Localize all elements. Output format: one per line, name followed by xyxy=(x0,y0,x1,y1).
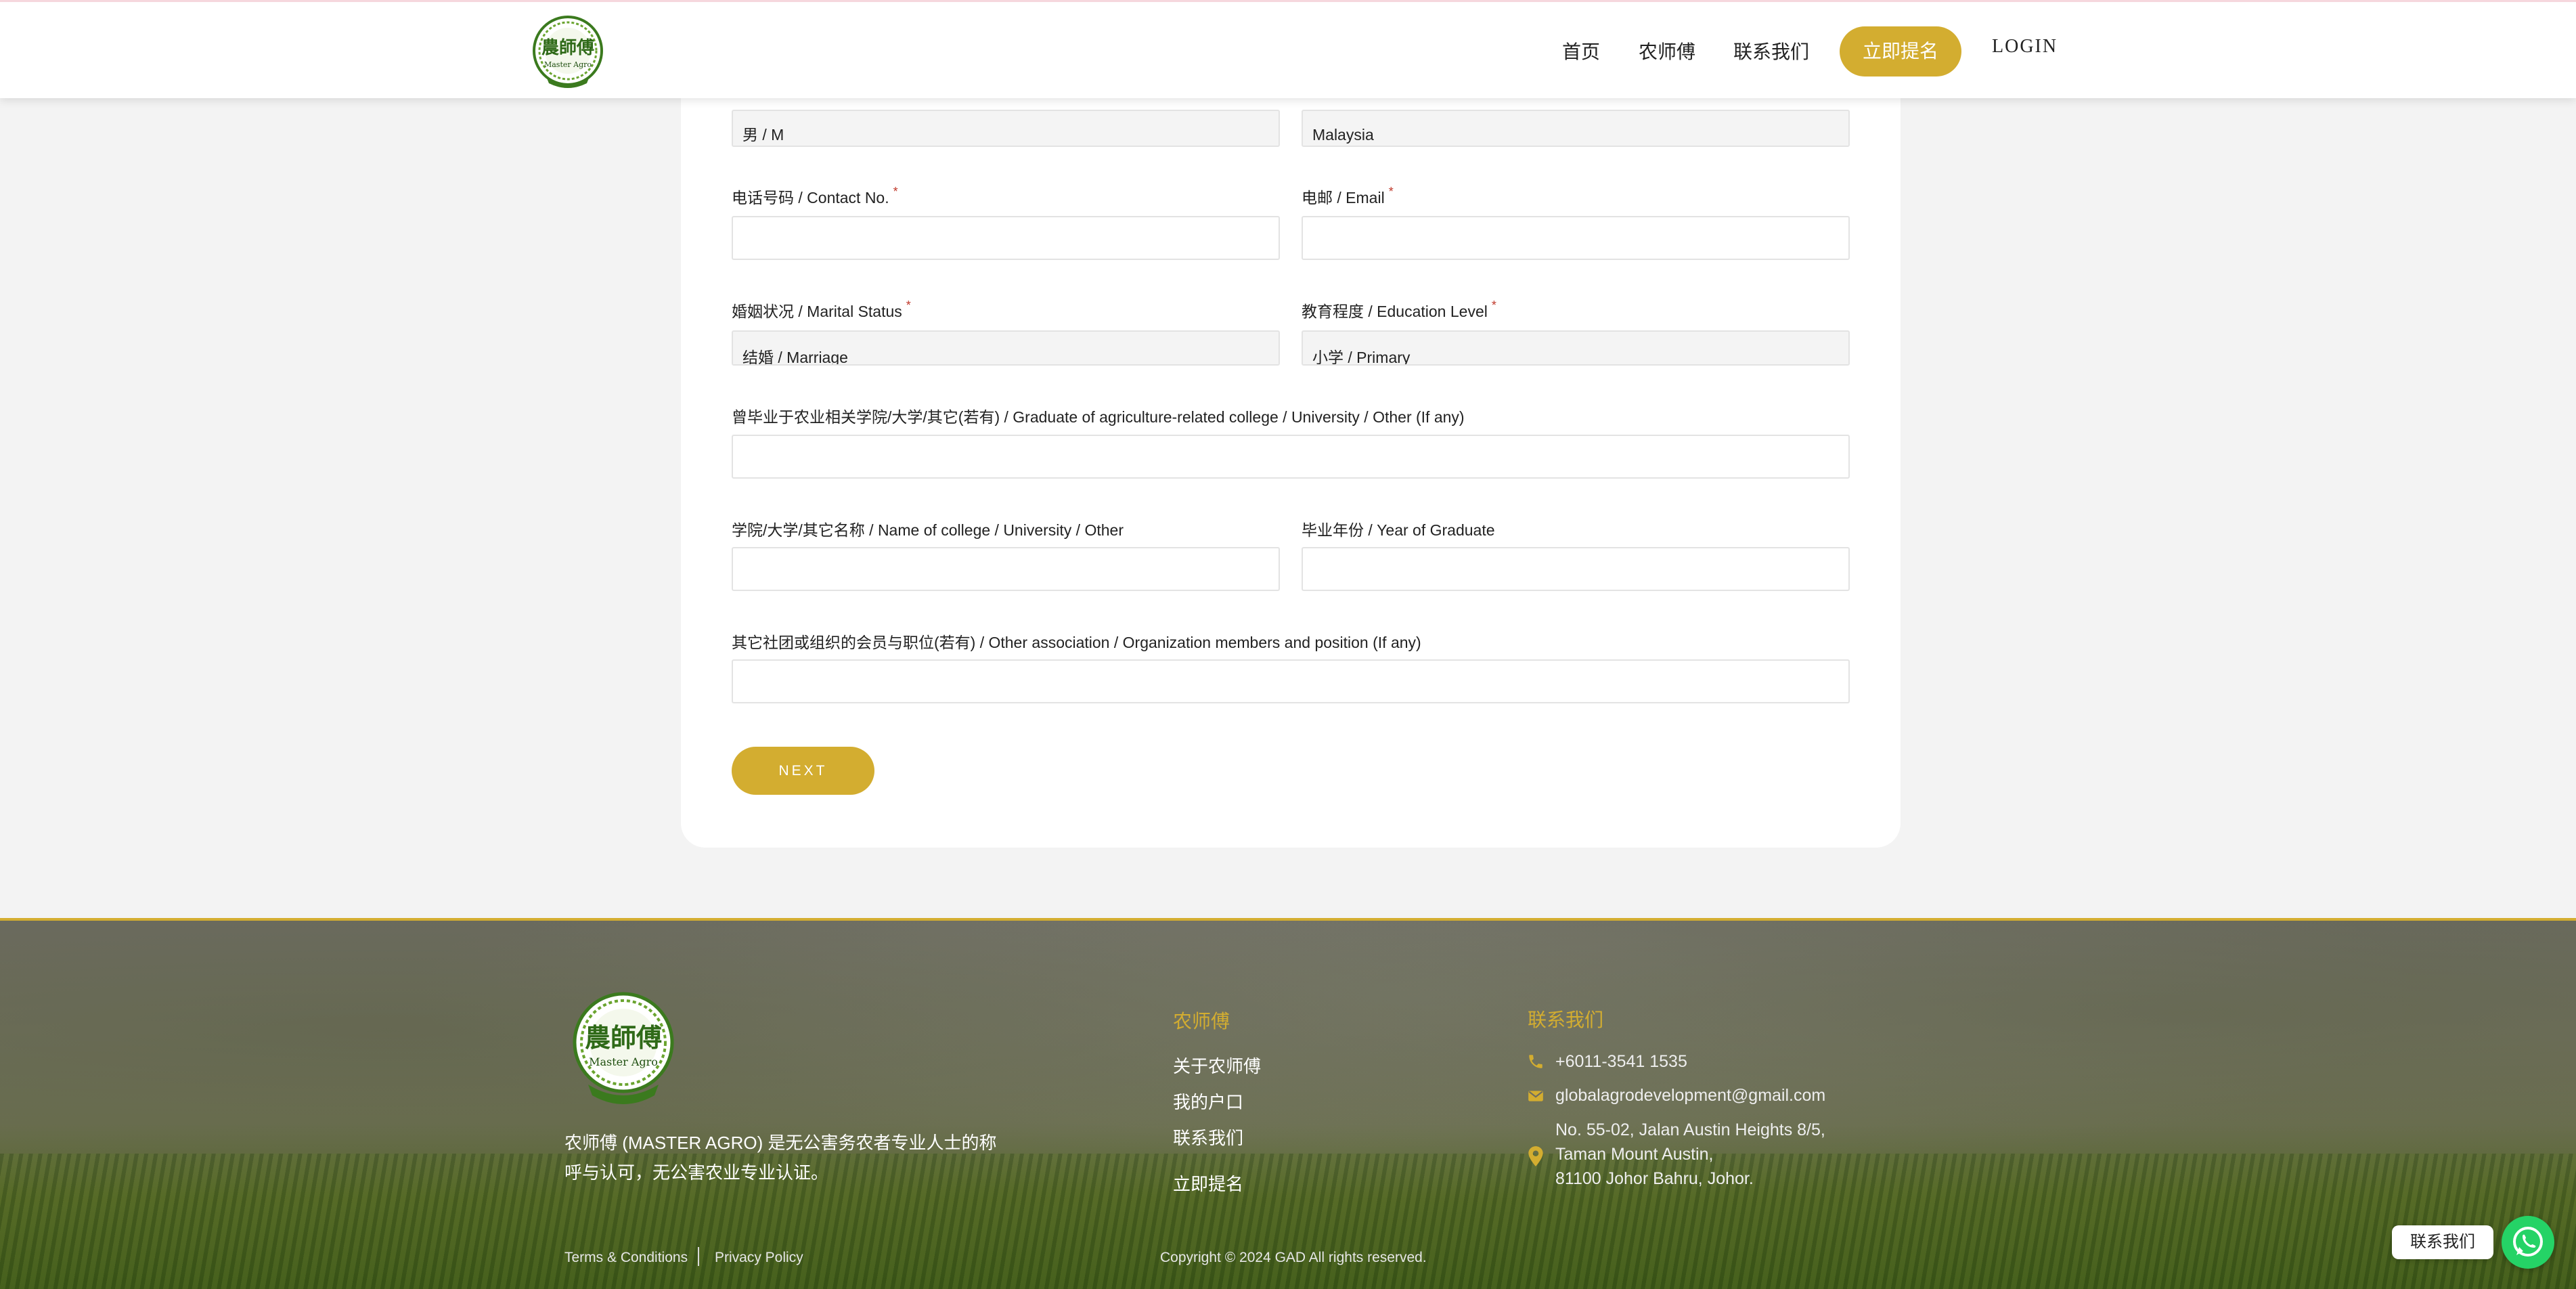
year-input[interactable] xyxy=(1302,547,1850,591)
location-icon xyxy=(1528,1146,1543,1166)
footer-grass xyxy=(0,1154,2576,1289)
contact-label: 电话号码 / Contact No. * xyxy=(732,185,898,206)
email-input[interactable] xyxy=(1302,216,1850,260)
site-header: 農師傅 Master Agro 首页 农师傅 联系我们 立即提名 LOGIN xyxy=(0,0,2576,98)
whatsapp-label[interactable]: 联系我们 xyxy=(2392,1225,2493,1259)
college-label: 学院/大学/其它名称 / Name of college / Universit… xyxy=(732,521,1124,539)
terms-link[interactable]: Terms & Conditions xyxy=(564,1250,688,1266)
email-label: 电邮 / Email * xyxy=(1302,185,1394,206)
nominate-button[interactable]: 立即提名 xyxy=(1840,26,1961,77)
whatsapp-button[interactable] xyxy=(2502,1216,2554,1269)
email-icon xyxy=(1528,1091,1543,1101)
footer-col2-title: 联系我们 xyxy=(1528,1009,1604,1030)
footer-address-line2: Taman Mount Austin, xyxy=(1555,1145,1714,1164)
footer-description: 农师傅 (MASTER AGRO) 是无公害务农者专业人士的称呼与认可，无公害农… xyxy=(564,1133,997,1183)
nav-contact[interactable]: 联系我们 xyxy=(1733,37,1809,64)
association-input[interactable] xyxy=(732,659,1850,703)
site-footer xyxy=(0,918,2576,1289)
svg-text:農師傅: 農師傅 xyxy=(585,1022,662,1053)
nav-home[interactable]: 首页 xyxy=(1562,37,1600,64)
phone-icon xyxy=(1529,1055,1542,1068)
footer-link-account[interactable]: 我的户口 xyxy=(1173,1089,1243,1114)
nav-master-agro[interactable]: 农师傅 xyxy=(1639,37,1695,64)
footer-phone[interactable]: +6011-3541 1535 xyxy=(1555,1049,1687,1074)
education-label: 教育程度 / Education Level * xyxy=(1302,299,1496,320)
footer-email[interactable]: globalagrodevelopment@gmail.com xyxy=(1555,1083,1825,1108)
footer-link-about[interactable]: 关于农师傅 xyxy=(1173,1053,1261,1078)
footer-link-nominate[interactable]: 立即提名 xyxy=(1173,1171,1243,1196)
privacy-link[interactable]: Privacy Policy xyxy=(715,1250,803,1266)
gender-select[interactable]: 男 / M xyxy=(732,110,1280,147)
association-label: 其它社团或组织的会员与职位(若有) / Other association / … xyxy=(732,634,1421,651)
footer-col1-title: 农师傅 xyxy=(1173,1011,1230,1032)
year-label: 毕业年份 / Year of Graduate xyxy=(1302,521,1495,539)
footer-address-line3: 81100 Johor Bahru, Johor. xyxy=(1555,1169,1754,1188)
graduate-label: 曾毕业于农业相关学院/大学/其它(若有) / Graduate of agric… xyxy=(732,408,1465,426)
svg-text:Master Agro: Master Agro xyxy=(589,1055,658,1068)
country-select[interactable]: Malaysia xyxy=(1302,110,1850,147)
college-input[interactable] xyxy=(732,547,1280,591)
footer-address-line1: No. 55-02, Jalan Austin Heights 8/5, xyxy=(1555,1120,1825,1139)
contact-input[interactable] xyxy=(732,216,1280,260)
master-agro-logo[interactable]: 農師傅 Master Agro xyxy=(533,14,603,90)
whatsapp-icon xyxy=(2513,1227,2543,1257)
marital-label: 婚姻状况 / Marital Status * xyxy=(732,299,911,320)
copyright-text: Copyright © 2024 GAD All rights reserved… xyxy=(1160,1250,1427,1265)
svg-text:Master Agro: Master Agro xyxy=(544,60,592,69)
login-link[interactable]: LOGIN xyxy=(1992,36,2058,58)
footer-logo: 農師傅 Master Agro xyxy=(573,992,674,1104)
graduate-input[interactable] xyxy=(732,435,1850,479)
marital-select[interactable]: 结婚 / Marriage xyxy=(732,330,1280,366)
footer-link-contact[interactable]: 联系我们 xyxy=(1173,1124,1243,1150)
footer-divider xyxy=(698,1247,699,1266)
svg-text:農師傅: 農師傅 xyxy=(541,38,594,58)
next-button[interactable]: NEXT xyxy=(732,747,874,795)
education-select[interactable]: 小学 / Primary xyxy=(1302,330,1850,366)
